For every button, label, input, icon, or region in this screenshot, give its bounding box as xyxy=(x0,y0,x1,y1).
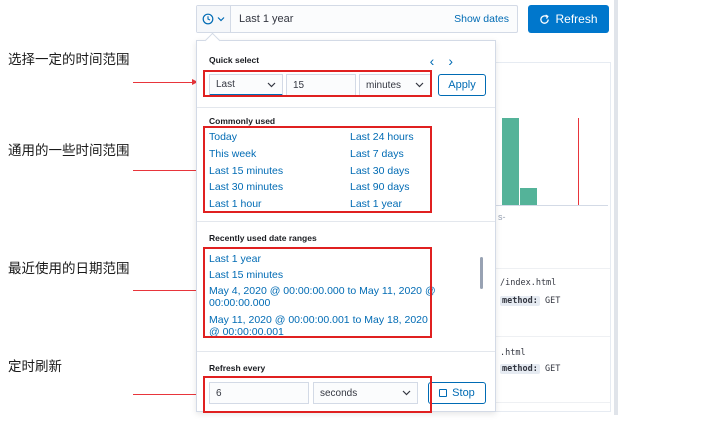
annotation-quick-select: 选择一定的时间范围 xyxy=(8,52,130,68)
recently-used-title: Recently used date ranges xyxy=(209,233,317,243)
doc-row-method: method: GET xyxy=(500,296,560,306)
stop-icon xyxy=(439,389,448,397)
doc-separator xyxy=(480,268,610,269)
previous-arrow-icon[interactable]: ‹ xyxy=(430,53,449,69)
doc-row-path: .html xyxy=(500,348,526,358)
commonly-used-last-24-hours[interactable]: Last 24 hours xyxy=(350,131,414,143)
annotation-recently-used: 最近使用的日期范围 xyxy=(8,261,130,277)
recent-range-item[interactable]: Last 1 year xyxy=(209,253,439,265)
unit-value: minutes xyxy=(366,79,402,91)
chevron-down-icon xyxy=(217,17,225,22)
results-panel xyxy=(478,62,611,412)
arrow-refresh xyxy=(133,391,202,397)
doc-row-method: method: GET xyxy=(500,364,560,374)
clock-icon xyxy=(202,13,214,25)
quick-select-unit[interactable]: minutes xyxy=(359,74,431,96)
quick-select-title: Quick select xyxy=(209,55,260,65)
divider xyxy=(197,107,495,108)
field-value-method: GET xyxy=(544,296,561,306)
field-value-method: GET xyxy=(544,364,561,374)
commonly-used-last-30-days[interactable]: Last 30 days xyxy=(350,165,410,177)
refresh-unit-value: seconds xyxy=(320,387,358,399)
recent-range-item[interactable]: May 11, 2020 @ 00:00:00.001 to May 18, 2… xyxy=(209,314,439,338)
refresh-button[interactable]: Refresh xyxy=(528,5,609,33)
chevron-down-icon xyxy=(267,82,276,87)
quick-menu-button[interactable] xyxy=(197,6,231,32)
stop-button-label: Stop xyxy=(452,387,475,399)
date-range-display[interactable]: Last 1 year xyxy=(231,13,454,25)
refresh-every-title: Refresh every xyxy=(209,363,266,373)
arrow-quick-select xyxy=(133,79,198,85)
doc-separator xyxy=(480,336,610,337)
recent-range-item[interactable]: Last 15 minutes xyxy=(209,269,439,281)
date-picker-bar: Last 1 year Show dates xyxy=(196,5,518,33)
arrow-commonly-used xyxy=(133,167,202,173)
recent-range-item[interactable]: May 4, 2020 @ 00:00:00.000 to May 11, 20… xyxy=(209,285,439,309)
direction-value: Last xyxy=(216,79,235,90)
divider xyxy=(197,351,495,352)
histogram-axis xyxy=(480,205,608,206)
refresh-button-label: Refresh xyxy=(555,12,598,26)
annotation-refresh: 定时刷新 xyxy=(8,359,62,375)
annotation-commonly-used: 通用的一些时间范围 xyxy=(8,143,130,159)
page-scrollbar[interactable] xyxy=(614,0,618,415)
current-time-marker xyxy=(578,118,579,205)
commonly-used-last-7-days[interactable]: Last 7 days xyxy=(350,148,404,160)
refresh-icon xyxy=(540,14,550,24)
doc-row-path: /index.html xyxy=(500,278,557,288)
commonly-used-today[interactable]: Today xyxy=(209,131,237,143)
quick-select-direction[interactable]: Last xyxy=(209,74,283,96)
histogram-bar xyxy=(520,188,537,205)
quick-select-value: 15 xyxy=(293,79,305,91)
quick-select-popover: Quick select ‹› Last 15 minutes Apply Co… xyxy=(196,40,496,412)
next-arrow-icon[interactable]: › xyxy=(448,53,467,69)
quick-select-value-input[interactable]: 15 xyxy=(286,74,356,96)
divider xyxy=(197,221,495,222)
commonly-used-last-90-days[interactable]: Last 90 days xyxy=(350,181,410,193)
doc-separator xyxy=(480,402,610,403)
quick-select-nav: ‹› xyxy=(430,53,467,69)
commonly-used-last-30-minutes[interactable]: Last 30 minutes xyxy=(209,181,283,193)
field-chip-method: method: xyxy=(500,296,540,306)
show-dates-link[interactable]: Show dates xyxy=(454,13,517,25)
commonly-used-title: Commonly used xyxy=(209,116,276,126)
axis-tick-fragment: s- xyxy=(498,212,506,222)
commonly-used-last-1-hour[interactable]: Last 1 hour xyxy=(209,198,262,210)
recent-list-scrollbar[interactable] xyxy=(480,257,483,289)
stop-button[interactable]: Stop xyxy=(428,382,486,404)
commonly-used-last-1-year[interactable]: Last 1 year xyxy=(350,198,402,210)
refresh-interval-value: 6 xyxy=(216,387,222,399)
commonly-used-last-15-minutes[interactable]: Last 15 minutes xyxy=(209,165,283,177)
refresh-interval-unit[interactable]: seconds xyxy=(313,382,418,404)
chevron-down-icon xyxy=(415,82,424,88)
commonly-used-this-week[interactable]: This week xyxy=(209,148,256,160)
arrow-recently-used xyxy=(133,287,202,293)
apply-button[interactable]: Apply xyxy=(438,74,486,96)
histogram-bar xyxy=(502,118,519,205)
field-chip-method: method: xyxy=(500,364,540,374)
chevron-down-icon xyxy=(402,390,411,396)
refresh-interval-input[interactable]: 6 xyxy=(209,382,309,404)
